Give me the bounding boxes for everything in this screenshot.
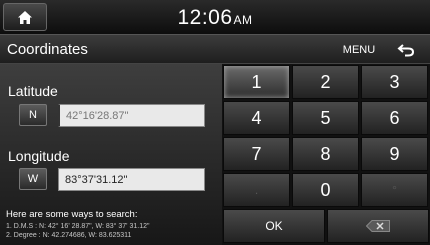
help-line-degree: 2. Degree : N: 42.274686, W: 83.625311 [6,232,132,239]
key-6[interactable]: 6 [361,101,428,135]
longitude-input[interactable]: 83°37'31.12" [58,168,205,191]
page-title: Coordinates [7,41,88,58]
key-8[interactable]: 8 [292,137,359,171]
key-degree[interactable]: ° [361,173,428,207]
latitude-direction-button[interactable]: N [19,104,47,126]
key-3[interactable]: 3 [361,65,428,99]
back-icon [397,44,415,57]
longitude-direction-button[interactable]: W [19,168,47,190]
coordinate-entry-panel: Latitude N 42°16'28.87" Longitude W 83°3… [0,64,222,245]
status-bar: 12:06AM [0,0,430,34]
key-0[interactable]: 0 [292,173,359,207]
backspace-icon [366,220,390,232]
backspace-button[interactable] [327,209,429,243]
key-2[interactable]: 2 [292,65,359,99]
key-4[interactable]: 4 [223,101,290,135]
help-line-dms: 1. D.M.S : N: 42° 16' 28.87", W: 83° 37'… [6,223,150,230]
clock-ampm: AM [233,13,253,27]
menu-button[interactable]: MENU [338,39,380,61]
ok-button[interactable]: OK [223,209,325,243]
help-title: Here are some ways to search: [6,209,138,220]
key-5[interactable]: 5 [292,101,359,135]
key-1[interactable]: 1 [223,65,290,99]
numeric-keypad: 1 2 3 4 5 6 7 8 9 . 0 ° OK [222,64,430,245]
latitude-input[interactable]: 42°16'28.87" [58,104,205,127]
key-7[interactable]: 7 [223,137,290,171]
longitude-label: Longitude [8,148,70,164]
back-button[interactable] [386,37,426,63]
clock-time: 12:06 [177,6,233,29]
key-decimal[interactable]: . [223,173,290,207]
title-bar: Coordinates MENU [0,34,430,64]
key-9[interactable]: 9 [361,137,428,171]
clock: 12:06AM [0,6,430,30]
latitude-label: Latitude [8,83,58,99]
